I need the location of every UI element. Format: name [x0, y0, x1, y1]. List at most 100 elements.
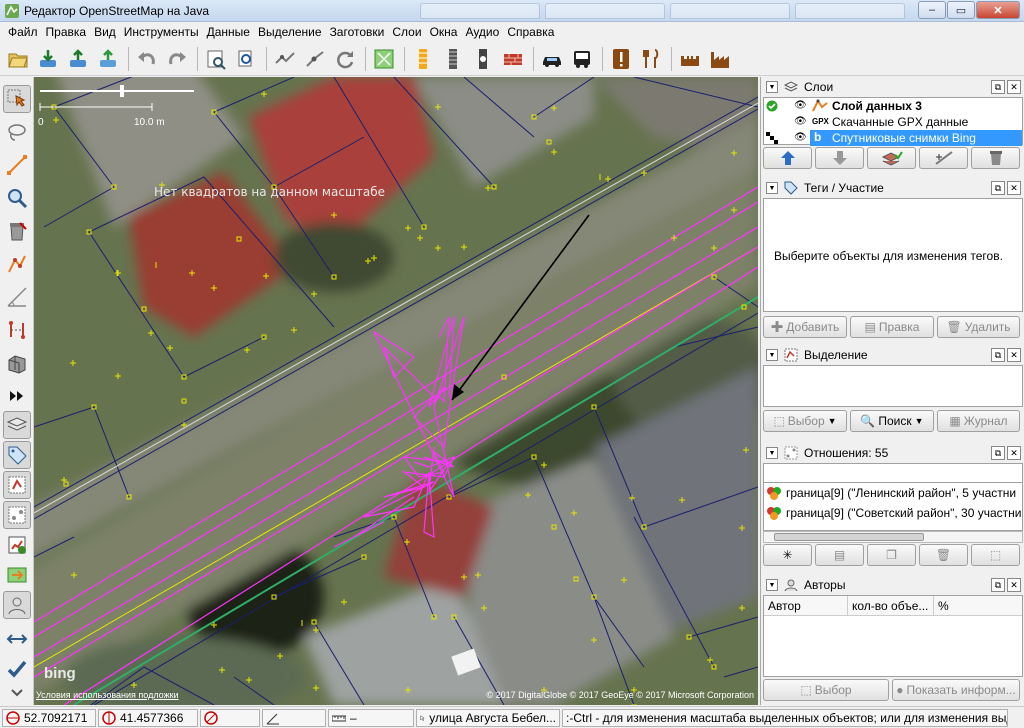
select-relation-button[interactable]: ⬚: [971, 544, 1020, 566]
detach-button[interactable]: ⧉: [991, 181, 1005, 195]
wall-icon[interactable]: [499, 45, 527, 73]
select-button[interactable]: ⬚ Выбор ▼: [763, 410, 847, 432]
search-icon[interactable]: [232, 45, 260, 73]
menu-view[interactable]: Вид: [90, 22, 120, 42]
delete-relation-button[interactable]: 🗑: [919, 544, 968, 566]
improve-way-icon[interactable]: [3, 250, 31, 278]
detach-button[interactable]: ⧉: [991, 578, 1005, 592]
undo-icon[interactable]: [133, 45, 161, 73]
move-down-button[interactable]: [815, 147, 864, 169]
selection-toggle-icon[interactable]: [3, 471, 31, 499]
menu-edit[interactable]: Правка: [42, 22, 91, 42]
restaurant-icon[interactable]: [637, 45, 665, 73]
column-count[interactable]: кол-во объе...: [848, 596, 934, 615]
factory-icon[interactable]: [706, 45, 734, 73]
warning-icon[interactable]: [607, 45, 635, 73]
menu-presets[interactable]: Заготовки: [326, 22, 389, 42]
collapse-toggle[interactable]: ▼: [766, 81, 778, 93]
collapse-toggle[interactable]: ▼: [766, 349, 778, 361]
menu-tools[interactable]: Инструменты: [120, 22, 203, 42]
select-author-button[interactable]: ⬚ Выбор: [763, 679, 889, 701]
show-author-info-button[interactable]: ● Показать информ...: [892, 679, 1020, 701]
open-icon[interactable]: [4, 45, 32, 73]
layer-row[interactable]: 👁 b Спутниковые снимки Bing: [764, 130, 1022, 146]
history-button[interactable]: ▦ Журнал: [937, 410, 1020, 432]
upload-icon[interactable]: [94, 45, 122, 73]
detach-button[interactable]: ⧉: [991, 348, 1005, 362]
menu-audio[interactable]: Аудио: [461, 22, 503, 42]
menu-help[interactable]: Справка: [503, 22, 558, 42]
authors-toggle-icon[interactable]: [3, 591, 31, 619]
more-modes-icon[interactable]: [3, 382, 31, 410]
zoom-mode-icon[interactable]: [3, 184, 31, 212]
building-mode-icon[interactable]: [3, 349, 31, 377]
close-button[interactable]: ✕: [976, 1, 1020, 19]
close-dialog-button[interactable]: ✕: [1007, 348, 1021, 362]
select-mode-icon[interactable]: [3, 85, 31, 113]
parallel-way-icon[interactable]: [3, 283, 31, 311]
column-percent[interactable]: %: [934, 596, 1020, 615]
split-way-icon[interactable]: [271, 45, 299, 73]
scroll-down-icon[interactable]: [3, 685, 31, 701]
list-item[interactable]: граница[9] ("Ленинский район", 5 участни: [764, 483, 1022, 503]
visibility-eye-icon[interactable]: 👁: [794, 132, 807, 143]
menu-data[interactable]: Данные: [203, 22, 254, 42]
merge-layer-button[interactable]: [867, 147, 916, 169]
edit-tag-button[interactable]: ▤ Правка: [850, 316, 934, 338]
relations-filter-input[interactable]: [763, 463, 1023, 483]
add-tag-button[interactable]: ✚ Добавить: [763, 316, 847, 338]
visibility-eye-icon[interactable]: 👁: [794, 100, 807, 111]
conflicts-toggle-icon[interactable]: [3, 561, 31, 589]
close-dialog-button[interactable]: ✕: [1007, 446, 1021, 460]
menu-layers[interactable]: Слои: [388, 22, 425, 42]
detach-button[interactable]: ⧉: [991, 80, 1005, 94]
draw-mode-icon[interactable]: [3, 151, 31, 179]
visibility-eye-icon[interactable]: 👁: [794, 116, 807, 127]
menu-file[interactable]: Файл: [4, 22, 42, 42]
menu-windows[interactable]: Окна: [426, 22, 462, 42]
download-icon[interactable]: [34, 45, 62, 73]
relations-toggle-icon[interactable]: [3, 501, 31, 529]
map-view[interactable]: 0 10.0 m Нет квадратов на данном масштаб…: [34, 77, 758, 705]
map-area-icon[interactable]: [370, 45, 398, 73]
combine-icon[interactable]: [301, 45, 329, 73]
extrude-mode-icon[interactable]: [3, 316, 31, 344]
redo-icon[interactable]: [163, 45, 191, 73]
tags-toggle-icon[interactable]: [3, 441, 31, 469]
history-toggle-icon[interactable]: [3, 531, 31, 559]
menu-selection[interactable]: Выделение: [254, 22, 326, 42]
close-dialog-button[interactable]: ✕: [1007, 181, 1021, 195]
scrollbar-thumb[interactable]: [774, 533, 924, 541]
delete-tag-button[interactable]: 🗑 Удалить: [937, 316, 1020, 338]
layers-toggle-icon[interactable]: [3, 411, 31, 439]
layer-row[interactable]: 👁 Слой данных 3: [764, 98, 1022, 114]
maximize-button[interactable]: ▭: [947, 1, 975, 19]
car-icon[interactable]: [538, 45, 566, 73]
layer-row[interactable]: 👁 GPX Скачанные GPX данные: [764, 114, 1022, 130]
edit-relation-button[interactable]: ▤: [815, 544, 864, 566]
move-up-button[interactable]: [763, 147, 812, 169]
preferences-icon[interactable]: [202, 45, 230, 73]
layer-settings-button[interactable]: [919, 147, 968, 169]
bus-icon[interactable]: [568, 45, 596, 73]
list-item[interactable]: граница[9] ("Советский район", 30 участн…: [764, 503, 1022, 523]
save-icon[interactable]: [64, 45, 92, 73]
minimap-toggle-icon[interactable]: [3, 625, 31, 653]
collapse-toggle[interactable]: ▼: [766, 579, 778, 591]
detach-button[interactable]: ⧉: [991, 446, 1005, 460]
search-button[interactable]: 🔍 Поиск ▼: [850, 410, 934, 432]
column-author[interactable]: Автор: [764, 596, 848, 615]
validator-toggle-icon[interactable]: [3, 655, 31, 683]
castle-icon[interactable]: [676, 45, 704, 73]
minimize-button[interactable]: –: [918, 1, 946, 19]
imagery-terms-link[interactable]: Условия использования подложки: [36, 690, 179, 700]
collapse-toggle[interactable]: ▼: [766, 447, 778, 459]
lasso-mode-icon[interactable]: [3, 118, 31, 146]
rail-icon[interactable]: [439, 45, 467, 73]
stop-icon[interactable]: [469, 45, 497, 73]
close-dialog-button[interactable]: ✕: [1007, 578, 1021, 592]
duplicate-relation-button[interactable]: ❐: [867, 544, 916, 566]
traffic-light-icon[interactable]: [409, 45, 437, 73]
new-relation-button[interactable]: ✳: [763, 544, 812, 566]
refresh-icon[interactable]: [331, 45, 359, 73]
